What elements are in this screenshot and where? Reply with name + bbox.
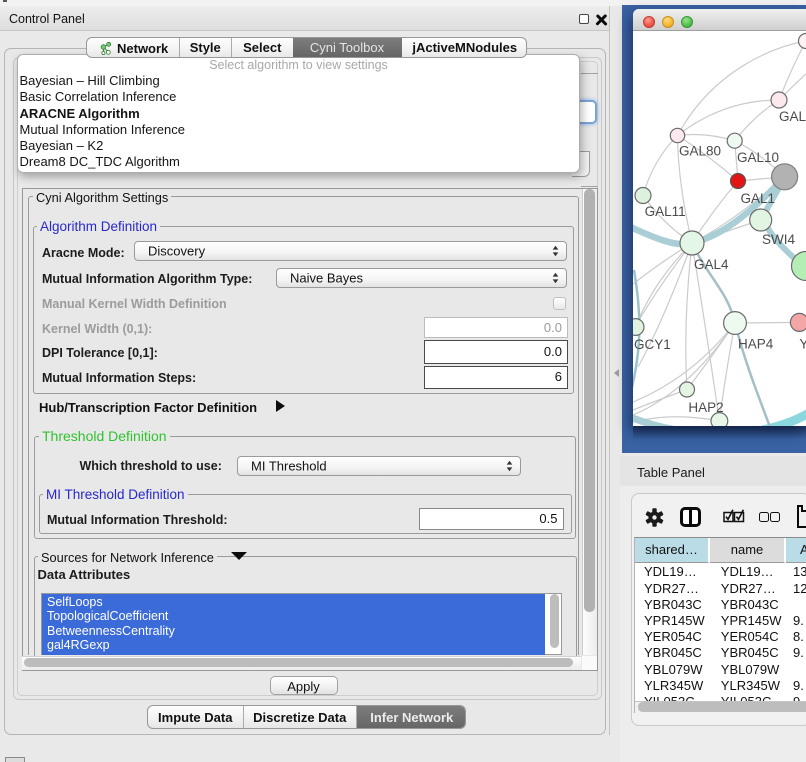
svg-text:GAL10: GAL10: [737, 150, 779, 165]
svg-text:HAP4: HAP4: [738, 337, 774, 352]
svg-text:GAL80: GAL80: [679, 144, 721, 159]
svg-text:GCY1: GCY1: [634, 337, 671, 352]
svg-text:HAP2: HAP2: [688, 400, 723, 415]
svg-text:GAL11: GAL11: [645, 204, 686, 219]
svg-text:GAL1: GAL1: [741, 191, 776, 206]
svg-text:GAL7: GAL7: [779, 109, 806, 124]
svg-text:YEL0: YEL0: [799, 337, 806, 352]
svg-text:SWI4: SWI4: [762, 232, 795, 247]
svg-text:GAL4: GAL4: [694, 257, 729, 272]
